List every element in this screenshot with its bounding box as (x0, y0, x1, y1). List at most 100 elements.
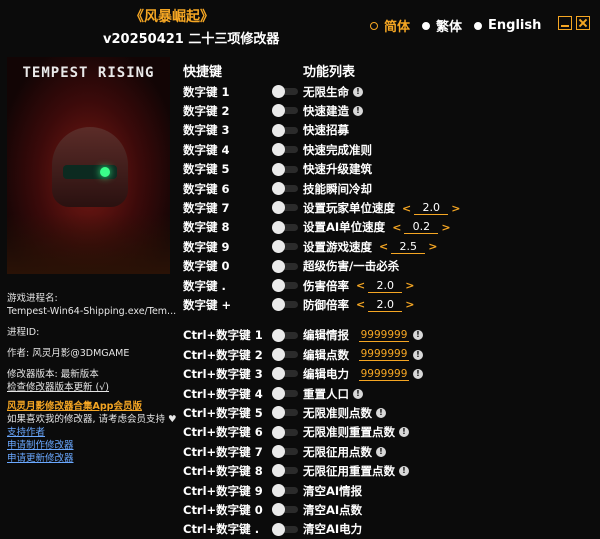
toggle-switch[interactable] (272, 143, 298, 157)
info-icon[interactable]: ! (353, 106, 363, 117)
toggle-switch[interactable] (272, 464, 298, 478)
hotkey-label: Ctrl+数字键 1 (183, 328, 263, 343)
stepper-value: 2.0 (414, 201, 449, 216)
toggle-knob (272, 522, 285, 536)
info-icon[interactable]: ! (376, 446, 386, 457)
chevron-right-icon[interactable]: > (428, 240, 437, 253)
info-icon[interactable]: ! (399, 427, 409, 438)
chevron-right-icon[interactable]: > (405, 298, 414, 311)
toggle-switch[interactable] (272, 201, 298, 215)
value-stepper[interactable]: <2.0 > (402, 201, 460, 216)
app-link[interactable]: 风灵月影修改器合集App会员版 (7, 400, 177, 413)
feature-item: 清空AI情报 (303, 483, 362, 499)
close-icon[interactable] (576, 16, 590, 30)
value-stepper[interactable]: <2.0 > (356, 298, 414, 312)
value-stepper[interactable]: <2.0 > (356, 279, 414, 293)
toggle-knob (272, 348, 285, 362)
cheat-row: 数字键 0 超级伤害/一击必杀 (183, 257, 593, 276)
lang-english[interactable]: English (474, 16, 541, 35)
hotkey-label: Ctrl+数字键 3 (183, 367, 263, 382)
info-icon[interactable]: ! (399, 466, 409, 477)
toggle-switch[interactable] (272, 386, 298, 400)
cheat-row: Ctrl+数字键 9 清空AI情报 (183, 481, 593, 500)
chevron-right-icon[interactable]: > (451, 202, 460, 215)
game-logo: TEMPEST RISING (22, 65, 155, 81)
toggle-switch[interactable] (272, 240, 298, 254)
feature-item: 快速升级建筑 (303, 161, 372, 177)
value-input[interactable]: 9999999 (359, 348, 409, 362)
cheat-row: Ctrl+数字键 0 清空AI点数 (183, 500, 593, 519)
toggle-switch[interactable] (272, 328, 298, 342)
toggle-switch[interactable] (272, 445, 298, 459)
hotkey-label: Ctrl+数字键 2 (183, 347, 263, 362)
toggle-switch[interactable] (272, 298, 298, 312)
support-author-link[interactable]: 支持作者 (7, 426, 177, 439)
chevron-right-icon[interactable]: > (441, 221, 450, 234)
check-update-link[interactable]: 检查修改器版本更新 (√) (7, 381, 177, 394)
hotkey-label: 数字键 1 (183, 84, 230, 99)
feature-item: 超级伤害/一击必杀 (303, 258, 399, 274)
info-icon[interactable]: ! (413, 330, 423, 341)
info-icon[interactable]: ! (376, 407, 386, 418)
toggle-switch[interactable] (272, 162, 298, 176)
cheat-row: 数字键 . 伤害倍率 <2.0 > (183, 276, 593, 295)
cheat-row: 数字键 9 设置游戏速度 <2.5 > (183, 237, 593, 256)
value-stepper[interactable]: <0.2 > (392, 220, 451, 235)
feature-item: 技能瞬间冷却 (303, 181, 372, 197)
chevron-left-icon[interactable]: < (392, 221, 401, 234)
toggle-switch[interactable] (272, 220, 298, 234)
feature-item: 设置玩家单位速度 <2.0 > (303, 200, 460, 216)
toggle-switch[interactable] (272, 406, 298, 420)
info-icon[interactable]: ! (353, 86, 363, 97)
toggle-switch[interactable] (272, 123, 298, 137)
info-icon[interactable]: ! (413, 369, 423, 380)
toggle-switch[interactable] (272, 483, 298, 497)
chevron-left-icon[interactable]: < (402, 202, 411, 215)
toggle-switch[interactable] (272, 503, 298, 517)
toggle-switch[interactable] (272, 278, 298, 292)
lang-traditional[interactable]: 繁体 (422, 16, 462, 35)
hotkey-label: 数字键 . (183, 278, 226, 293)
feature-item: 无限征用重置点数! (303, 463, 409, 479)
info-icon[interactable]: ! (413, 349, 423, 360)
toggle-switch[interactable] (272, 259, 298, 273)
lang-simplified[interactable]: 简体 (370, 16, 410, 35)
request-update-link[interactable]: 申请更新修改器 (7, 452, 177, 465)
toggle-switch[interactable] (272, 181, 298, 195)
chevron-left-icon[interactable]: < (379, 240, 388, 253)
toggle-switch[interactable] (272, 348, 298, 362)
toggle-switch[interactable] (272, 425, 298, 439)
feature-item: 编辑情报 9999999! (303, 327, 423, 343)
feature-label: 快速招募 (303, 123, 349, 138)
feature-label: 快速升级建筑 (303, 162, 372, 177)
value-stepper[interactable]: <2.5 > (379, 240, 437, 254)
features-column-header: 功能列表 (303, 65, 356, 80)
chevron-left-icon[interactable]: < (356, 279, 365, 292)
hotkey-column-header: 快捷键 (183, 65, 223, 80)
value-input[interactable]: 9999999 (359, 329, 409, 342)
feature-label: 设置游戏速度 (303, 239, 372, 254)
game-cover-image: TEMPEST RISING (7, 57, 170, 274)
toggle-switch[interactable] (272, 522, 298, 536)
value-input[interactable]: 9999999 (359, 368, 409, 381)
toggle-knob (272, 220, 285, 234)
toggle-switch[interactable] (272, 104, 298, 118)
cheat-row: Ctrl+数字键 3 编辑电力 9999999! (183, 364, 593, 383)
toggle-switch[interactable] (272, 85, 298, 98)
cheat-row: Ctrl+数字键 1 编辑情报 9999999! (183, 326, 593, 345)
request-trainer-link[interactable]: 申请制作修改器 (7, 439, 177, 452)
info-icon[interactable]: ! (353, 388, 363, 399)
stepper-value: 2.0 (368, 279, 403, 293)
chevron-right-icon[interactable]: > (405, 279, 414, 292)
hotkey-label: Ctrl+数字键 . (183, 522, 260, 537)
toggle-knob (272, 503, 285, 517)
feature-item: 无限征用点数! (303, 444, 386, 460)
minimize-icon[interactable] (558, 16, 572, 30)
cheat-row: Ctrl+数字键 6 无限准则重置点数! (183, 423, 593, 442)
toggle-knob (272, 259, 285, 273)
cheat-row: 数字键 2 快速建造! (183, 101, 593, 120)
toggle-switch[interactable] (272, 367, 298, 381)
chevron-left-icon[interactable]: < (356, 298, 365, 311)
feature-item: 设置AI单位速度 <0.2 > (303, 219, 451, 235)
cheat-row: Ctrl+数字键 . 清空AI电力 (183, 520, 593, 539)
